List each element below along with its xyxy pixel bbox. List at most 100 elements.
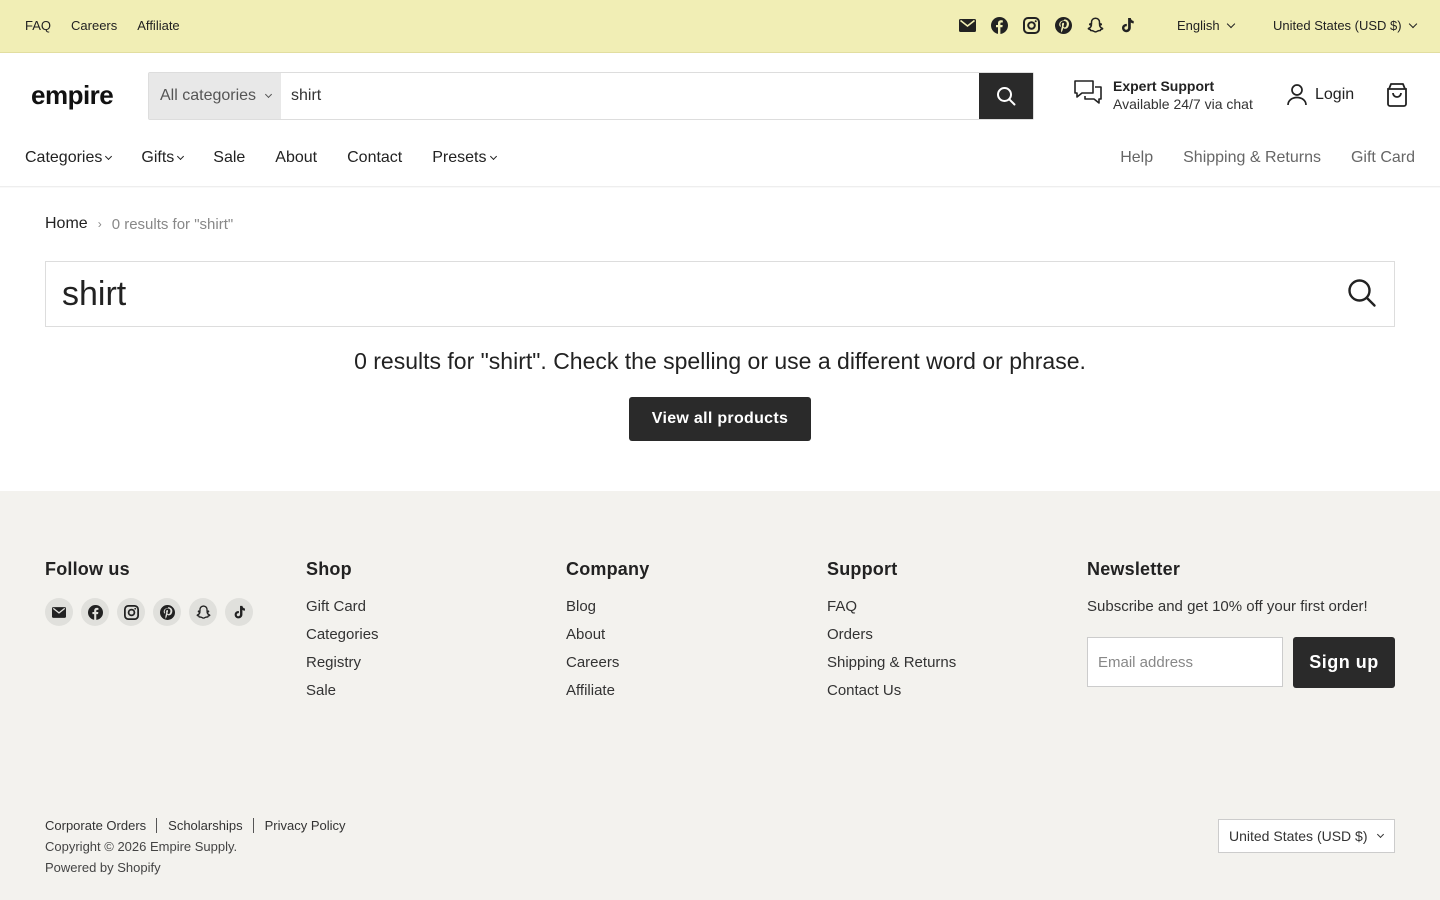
breadcrumb-home[interactable]: Home: [45, 215, 88, 233]
chevron-down-icon: [489, 152, 497, 160]
header-search-input[interactable]: [281, 73, 979, 119]
pinterest-icon[interactable]: [1054, 16, 1072, 34]
no-results-message: 0 results for "shirt". Check the spellin…: [354, 348, 1086, 374]
chevron-down-icon: [1408, 19, 1417, 28]
site-footer: Follow us Shop Gift Card Categories Regi…: [0, 491, 1440, 900]
nav-item-about[interactable]: About: [275, 149, 317, 167]
footer-support: Support FAQ Orders Shipping & Returns Co…: [827, 559, 956, 710]
footer-link-registry[interactable]: Registry: [306, 654, 379, 671]
language-label: English: [1177, 18, 1220, 33]
expert-support[interactable]: Expert Support Available 24/7 via chat: [1073, 78, 1253, 112]
footer-link-about[interactable]: About: [566, 626, 649, 643]
chevron-down-icon: [105, 152, 113, 160]
nav-item-categories[interactable]: Categories: [25, 149, 113, 167]
support-title: Expert Support: [1113, 78, 1215, 94]
nav-label: Presets: [432, 149, 487, 166]
view-all-products-button[interactable]: View all products: [629, 397, 811, 441]
footer-link-careers[interactable]: Careers: [566, 654, 649, 671]
header-search-button[interactable]: [979, 73, 1033, 119]
results-search-input[interactable]: [62, 272, 1322, 316]
footer-link-sale[interactable]: Sale: [306, 682, 379, 699]
footer-link-orders[interactable]: Orders: [827, 626, 956, 643]
newsletter-signup-button[interactable]: Sign up: [1293, 637, 1395, 688]
secondary-nav: Help Shipping & Returns Gift Card: [1120, 149, 1415, 167]
search-icon: [997, 87, 1016, 106]
footer-follow: Follow us: [45, 559, 253, 626]
email-icon[interactable]: [958, 16, 976, 34]
footer-shop: Shop Gift Card Categories Registry Sale: [306, 559, 379, 710]
social-links: [958, 16, 1136, 34]
nav-item-help[interactable]: Help: [1120, 149, 1153, 167]
results-search: [45, 261, 1395, 327]
instagram-icon[interactable]: [117, 598, 145, 626]
results-search-button[interactable]: [1347, 278, 1377, 313]
nav-item-gift-card[interactable]: Gift Card: [1351, 149, 1415, 167]
shopping-bag-icon: [1387, 83, 1407, 107]
chevron-right-icon: ›: [97, 217, 102, 231]
nav-label: Sale: [213, 149, 246, 166]
footer-link-affiliate[interactable]: Affiliate: [566, 682, 649, 699]
nav-item-presets[interactable]: Presets: [432, 149, 497, 167]
newsletter-form: Sign up: [1087, 637, 1395, 688]
facebook-icon[interactable]: [990, 16, 1008, 34]
language-selector[interactable]: English: [1177, 18, 1235, 33]
utility-link-careers[interactable]: Careers: [71, 18, 117, 33]
legal-link-corporate-orders[interactable]: Corporate Orders: [45, 818, 156, 833]
legal-links: Corporate Orders Scholarships Privacy Po…: [45, 818, 356, 833]
nav-label: About: [275, 149, 318, 166]
chevron-down-icon: [265, 90, 273, 98]
search-icon: [1348, 279, 1376, 307]
footer-link-shipping-returns[interactable]: Shipping & Returns: [827, 654, 956, 671]
nav-label: Categories: [25, 149, 103, 166]
currency-selector[interactable]: United States (USD $): [1273, 18, 1417, 33]
support-subtitle: Available 24/7 via chat: [1113, 96, 1253, 112]
snapchat-icon[interactable]: [189, 598, 217, 626]
nav-item-shipping-returns[interactable]: Shipping & Returns: [1183, 149, 1321, 167]
facebook-icon[interactable]: [81, 598, 109, 626]
footer-legal: Corporate Orders Scholarships Privacy Po…: [45, 818, 356, 881]
cart-button[interactable]: [1384, 82, 1410, 113]
nav-item-sale[interactable]: Sale: [213, 149, 245, 167]
tiktok-icon[interactable]: [225, 598, 253, 626]
footer-link-gift-card[interactable]: Gift Card: [306, 598, 379, 615]
utility-link-affiliate[interactable]: Affiliate: [137, 18, 179, 33]
powered-by-link[interactable]: Powered by Shopify: [45, 860, 356, 875]
nav-label: Gifts: [141, 149, 175, 166]
copyright-text: Copyright © 2026 Empire Supply.: [45, 839, 238, 854]
utility-links: FAQ Careers Affiliate: [25, 18, 180, 33]
utility-link-faq[interactable]: FAQ: [25, 18, 51, 33]
chevron-down-icon: [1376, 830, 1384, 838]
nav-label: Contact: [347, 149, 403, 166]
nav-item-gifts[interactable]: Gifts: [141, 149, 185, 167]
newsletter-email-input[interactable]: [1087, 637, 1283, 687]
email-icon[interactable]: [45, 598, 73, 626]
site-logo[interactable]: empire: [31, 80, 114, 111]
footer-link-categories[interactable]: Categories: [306, 626, 379, 643]
chevron-down-icon: [177, 152, 185, 160]
snapchat-icon[interactable]: [1086, 16, 1104, 34]
nav-item-contact[interactable]: Contact: [347, 149, 402, 167]
footer-currency-label: United States (USD $): [1229, 828, 1368, 844]
footer-heading: Company: [566, 559, 650, 579]
footer-link-blog[interactable]: Blog: [566, 598, 649, 615]
footer-newsletter: Newsletter Subscribe and get 10% off you…: [1087, 559, 1395, 688]
instagram-icon[interactable]: [1022, 16, 1040, 34]
chevron-down-icon: [1226, 19, 1235, 28]
footer-link-faq[interactable]: FAQ: [827, 598, 956, 615]
footer-link-contact-us[interactable]: Contact Us: [827, 682, 956, 699]
pinterest-icon[interactable]: [153, 598, 181, 626]
category-select[interactable]: All categories: [149, 73, 281, 119]
tiktok-icon[interactable]: [1118, 16, 1136, 34]
breadcrumb: Home › 0 results for "shirt": [45, 215, 233, 233]
login-label: Login: [1315, 86, 1355, 103]
header-search: All categories: [148, 72, 1034, 120]
footer-social-links: [45, 598, 253, 626]
footer-currency-selector[interactable]: United States (USD $): [1218, 819, 1395, 853]
main-nav: Categories Gifts Sale About Contact Pres…: [25, 149, 497, 167]
legal-link-scholarships[interactable]: Scholarships: [156, 818, 252, 833]
legal-link-privacy-policy[interactable]: Privacy Policy: [252, 818, 356, 833]
header-divider: [0, 186, 1440, 188]
footer-heading: Shop: [306, 559, 352, 579]
newsletter-text: Subscribe and get 10% off your first ord…: [1087, 598, 1368, 615]
login-link[interactable]: Login: [1287, 84, 1354, 106]
